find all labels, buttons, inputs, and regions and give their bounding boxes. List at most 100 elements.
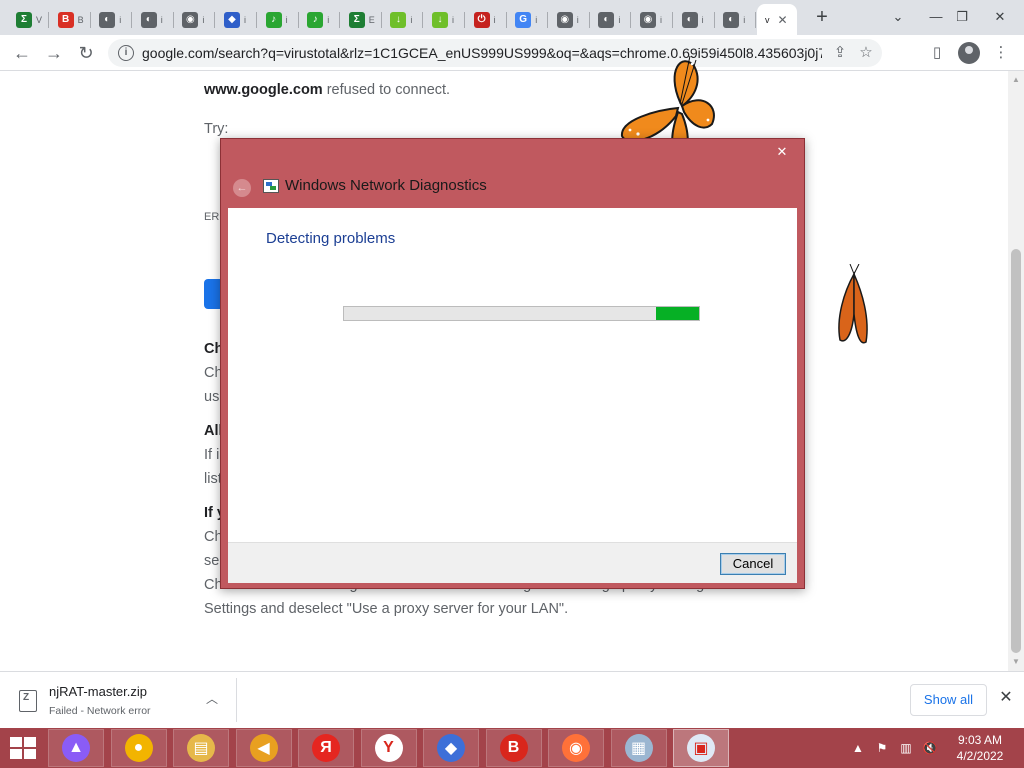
- tab-active[interactable]: v ✕: [757, 4, 797, 35]
- side-panel-icon[interactable]: ▯: [926, 42, 948, 64]
- browser-tab[interactable]: ◐ i: [715, 4, 757, 35]
- yandex-icon: Я: [312, 734, 340, 762]
- browser-tab[interactable]: ◐ i: [133, 4, 174, 35]
- browser-tab[interactable]: ◉ i: [632, 4, 673, 35]
- download-options-chevron-icon[interactable]: ︿: [204, 690, 220, 706]
- browser-tab[interactable]: BB: [50, 4, 91, 35]
- bookmark-star-icon[interactable]: ☆: [856, 43, 876, 63]
- tab-favicon-icon: ↓: [432, 11, 448, 28]
- browser-tab[interactable]: ◆ i: [216, 4, 257, 35]
- profile-avatar[interactable]: [958, 42, 980, 64]
- tab-favicon-icon: G: [515, 11, 532, 28]
- tab-title: i: [410, 14, 413, 25]
- browser-tab[interactable]: ♪ i: [258, 4, 299, 35]
- tab-favicon-icon: ◆: [224, 11, 240, 28]
- action-center-flag-icon[interactable]: ⚑: [874, 740, 890, 756]
- tab-title: i: [701, 14, 704, 25]
- scroll-up-icon[interactable]: ▲: [1012, 75, 1020, 84]
- volume-muted-icon[interactable]: 🔇: [922, 740, 938, 756]
- taskbar-button[interactable]: ◉: [548, 729, 604, 767]
- tab-favicon-icon: Σ: [16, 11, 32, 28]
- browser-tab[interactable]: ◉ i: [549, 4, 590, 35]
- tray-overflow-chevron-icon[interactable]: ▲: [850, 740, 866, 756]
- address-bar[interactable]: i google.com/search?q=virustotal&rlz=1C1…: [108, 39, 882, 67]
- tab-favicon-icon: Σ: [348, 11, 365, 28]
- download-file-name[interactable]: njRAT-master.zip: [49, 684, 147, 699]
- forward-button[interactable]: →: [42, 41, 66, 65]
- taskbar-button[interactable]: Y: [360, 729, 417, 767]
- taskbar-button[interactable]: ◆: [423, 729, 479, 767]
- chrome-menu-icon[interactable]: ⋮: [990, 42, 1012, 64]
- firefox-icon: ◉: [562, 734, 590, 762]
- browser-tab[interactable]: ◐ i: [91, 4, 133, 35]
- suggestion-1-line-2: us: [204, 389, 220, 405]
- suggestion-2-line-1: If i: [204, 447, 220, 463]
- window-close-button[interactable]: ✕: [988, 4, 1012, 30]
- tab-favicon-icon: ◐: [140, 11, 157, 28]
- tab-title: i: [576, 14, 579, 25]
- scrollbar-thumb[interactable]: [1011, 249, 1021, 653]
- reload-button[interactable]: ↻: [74, 41, 98, 65]
- back-button[interactable]: ←: [10, 41, 34, 65]
- tab-title: i: [535, 14, 538, 25]
- browser-tab[interactable]: ◐ i: [674, 4, 715, 35]
- site-info-icon[interactable]: i: [118, 45, 134, 61]
- dialog-footer: Cancel: [228, 542, 797, 583]
- cancel-button[interactable]: Cancel: [720, 553, 786, 575]
- start-button[interactable]: [10, 737, 38, 761]
- share-icon[interactable]: ⇪: [830, 43, 850, 63]
- browser-tab[interactable]: Gi: [507, 4, 549, 35]
- new-tab-button[interactable]: +: [812, 6, 832, 28]
- restore-button[interactable]: ❐: [950, 4, 974, 30]
- close-tab-icon[interactable]: ✕: [778, 13, 788, 27]
- taskbar-button[interactable]: ●: [110, 729, 167, 767]
- download-shelf: njRAT-master.zip Failed - Network error …: [0, 671, 1024, 728]
- browser-tab[interactable]: ΣV: [8, 4, 49, 35]
- dialog-close-button[interactable]: ✕: [768, 143, 796, 161]
- tab-favicon-icon: ◉: [556, 11, 573, 28]
- taskbar-button[interactable]: ▣: [673, 729, 729, 767]
- show-all-button[interactable]: Show all: [910, 684, 987, 716]
- tab-title: i: [160, 14, 163, 25]
- zip-file-icon: [19, 690, 37, 712]
- url-text[interactable]: google.com/search?q=virustotal&rlz=1C1GC…: [142, 45, 822, 61]
- windows-taskbar: ▲ ● ▤ ◀ Я Y ◆ B ◉ ▦ ▣ ▲ ⚑ ▥ 🔇 9:03 AM 4/2/2022: [0, 728, 1024, 768]
- browser-tab[interactable]: ↓ i: [382, 4, 424, 35]
- suggestion-3-line-2: se: [204, 553, 220, 569]
- dialog-heading: Detecting problems: [266, 230, 396, 247]
- browser-tab[interactable]: ◐ i: [590, 4, 632, 35]
- browser-tab[interactable]: ↓ i: [424, 4, 465, 35]
- clock-time: 9:03 AM: [957, 733, 1003, 747]
- network-icon[interactable]: ▥: [898, 740, 914, 756]
- dialog-back-button[interactable]: ←: [233, 179, 251, 197]
- taskbar-button[interactable]: ▲: [48, 729, 104, 767]
- chrome-icon: ●: [124, 734, 153, 762]
- tab-search-button[interactable]: ⌄: [886, 4, 910, 30]
- taskbar-button[interactable]: ◀: [235, 729, 292, 767]
- close-shelf-button[interactable]: ✕: [996, 688, 1016, 708]
- tab-title: i: [285, 14, 288, 25]
- clock-date: 4/2/2022: [956, 749, 1004, 763]
- page-scrollbar[interactable]: ▲ ▼: [1008, 71, 1024, 671]
- progress-indicator: [656, 307, 699, 320]
- taskbar-button[interactable]: Я: [298, 729, 354, 767]
- dialog-title: Windows Network Diagnostics: [285, 177, 487, 194]
- network-diagnostics-icon: ▣: [687, 734, 715, 762]
- browser-tab[interactable]: ◉ i: [174, 4, 216, 35]
- taskbar-button[interactable]: ▤: [173, 729, 229, 767]
- tab-title: V: [36, 14, 42, 25]
- download-divider: [236, 678, 237, 722]
- scroll-down-icon[interactable]: ▼: [1012, 657, 1020, 666]
- tab-title: E: [368, 14, 375, 25]
- butterfly-closed-graphic: [838, 264, 868, 344]
- tab-favicon-icon: B: [57, 11, 74, 28]
- tab-title: i: [327, 14, 330, 25]
- browser-tab[interactable]: ΣE: [341, 4, 382, 35]
- browser-tab-strip: Σ V B B ◐ i ◐ i ◉ i ◆ i ♪ i ♪ i Σ E ↓ i ↓ i ⏻ i Gi ◉ i ◐ i ◉ i ◐ i ◐ i v ✕…: [0, 0, 1024, 35]
- taskbar-clock[interactable]: 9:03 AM 4/2/2022: [950, 732, 1010, 764]
- browser-tab[interactable]: ⏻ i: [466, 4, 507, 35]
- taskbar-button[interactable]: B: [485, 729, 542, 767]
- minimize-button[interactable]: —: [924, 4, 948, 30]
- taskbar-button[interactable]: ▦: [610, 729, 667, 767]
- browser-tab[interactable]: ♪ i: [299, 4, 341, 35]
